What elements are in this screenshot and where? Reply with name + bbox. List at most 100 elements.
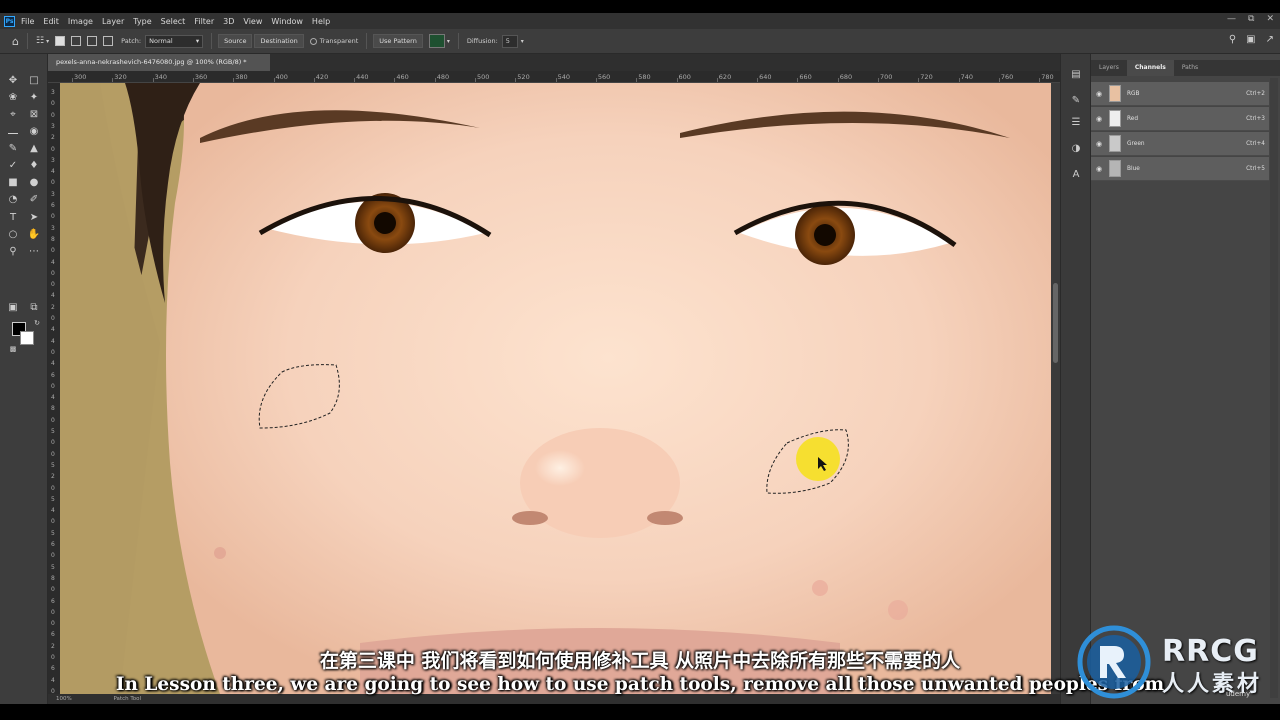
frame-tool-icon[interactable]: ⊠ — [27, 108, 41, 122]
menu-help[interactable]: Help — [312, 17, 330, 26]
subtract-from-selection-icon[interactable] — [87, 36, 98, 46]
path-selection-icon[interactable]: ➤ — [27, 211, 41, 225]
patch-mode-select[interactable]: Normal ▾ — [145, 34, 204, 48]
restore-icon[interactable]: ⧉ — [1248, 14, 1254, 24]
add-to-selection-icon[interactable] — [71, 36, 82, 46]
quick-mask-icon[interactable]: ▣ — [6, 301, 20, 315]
hand-tool-icon[interactable]: ✋ — [27, 228, 41, 242]
eye-icon[interactable]: ◉ — [1096, 115, 1104, 123]
patch-tool-icon[interactable]: ◉ — [27, 125, 41, 139]
channel-name: Green — [1127, 140, 1145, 147]
menu-type[interactable]: Type — [133, 17, 151, 26]
history-brush-icon[interactable]: ✓ — [6, 159, 20, 173]
pen-tool-icon[interactable]: ✐ — [27, 193, 41, 207]
blur-tool-icon[interactable]: ● — [27, 176, 41, 190]
ruler-tick-label: 0 — [51, 586, 55, 594]
dodge-tool-icon[interactable]: ◔ — [6, 193, 20, 207]
character-icon[interactable]: A — [1069, 168, 1083, 182]
menu-view[interactable]: View — [243, 17, 262, 26]
chevron-down-icon[interactable]: ▾ — [521, 38, 524, 45]
zoom-level[interactable]: 100% — [56, 696, 72, 702]
diffusion-input[interactable]: 5 — [501, 34, 518, 48]
channel-row-red[interactable]: ◉ Red Ctrl+3 — [1091, 107, 1269, 131]
properties-icon[interactable]: ◑ — [1069, 142, 1083, 156]
menu-3d[interactable]: 3D — [223, 17, 234, 26]
ruler-tick-label: 3 — [51, 122, 55, 130]
ruler-tick-label: 500 — [477, 73, 490, 81]
eyedropper-icon[interactable]: ⎼ — [6, 125, 20, 139]
brush-settings-icon[interactable]: ✎ — [1069, 94, 1083, 108]
scrollbar-thumb[interactable] — [1053, 283, 1058, 363]
artboard-tool-icon[interactable]: □ — [27, 74, 41, 88]
screen-mode-icon[interactable]: ⧉ — [27, 301, 41, 315]
menu-edit[interactable]: Edit — [43, 17, 59, 26]
ruler-tick — [192, 78, 194, 82]
channel-thumbnail — [1109, 110, 1121, 127]
search-icon[interactable]: ⚲ — [1229, 34, 1236, 45]
divider — [26, 33, 28, 49]
swap-colors-icon[interactable]: ↻ — [30, 316, 44, 330]
more-tools-icon[interactable]: ⋯ — [27, 245, 41, 259]
transparent-checkbox[interactable] — [309, 37, 317, 45]
patch-tool-preset-icon[interactable]: ☷ — [36, 36, 44, 46]
eye-icon[interactable]: ◉ — [1096, 165, 1104, 173]
ellipse-tool-icon[interactable]: ○ — [6, 228, 20, 242]
canvas-vertical-scrollbar[interactable] — [1051, 83, 1060, 694]
new-selection-icon[interactable] — [55, 36, 66, 46]
menu-file[interactable]: File — [21, 17, 34, 26]
use-pattern-button[interactable]: Use Pattern — [373, 34, 423, 48]
history-icon[interactable]: ▤ — [1069, 68, 1083, 82]
chevron-down-icon[interactable]: ▾ — [46, 38, 49, 45]
document-tab[interactable]: pexels-anna-nekrashevich-6476080.jpg @ 1… — [48, 54, 270, 71]
move-tool-icon[interactable]: ✥ — [6, 74, 20, 88]
adjustments-icon[interactable]: ☰ — [1069, 116, 1083, 130]
ruler-tick-label: 0 — [51, 348, 55, 356]
magic-wand-icon[interactable]: ✦ — [27, 91, 41, 105]
brush-tool-icon[interactable]: ✎ — [6, 142, 20, 156]
minimize-icon[interactable]: — — [1227, 14, 1236, 24]
eraser-tool-icon[interactable]: ♦ — [27, 159, 41, 173]
workspace-icon[interactable]: ▣ — [1246, 34, 1255, 45]
destination-button[interactable]: Destination — [254, 34, 304, 48]
eye-icon[interactable]: ◉ — [1096, 90, 1104, 98]
channel-thumbnail — [1109, 160, 1121, 177]
home-icon[interactable]: ⌂ — [12, 35, 19, 48]
divider — [457, 33, 459, 49]
type-tool-icon[interactable]: T — [6, 211, 20, 225]
ruler-tick — [72, 78, 73, 82]
menu-select[interactable]: Select — [161, 17, 186, 26]
background-color-swatch[interactable] — [20, 331, 34, 345]
channel-row-rgb[interactable]: ◉ RGB Ctrl+2 — [1091, 82, 1269, 106]
vertical-ruler: 3 0 0 3 2 0 3 4 0 3 6 0 3 8 0 4 0 0 4 2 0 4 4 0 4 6 0 4 8 0 5 0 0 5 2 0 5 4 0 5… — [48, 83, 60, 695]
zoom-tool-icon[interactable]: ⚲ — [6, 245, 20, 259]
intersect-selection-icon[interactable] — [103, 36, 114, 46]
menu-filter[interactable]: Filter — [194, 17, 214, 26]
menu-image[interactable]: Image — [68, 17, 93, 26]
channel-row-blue[interactable]: ◉ Blue Ctrl+5 — [1091, 157, 1269, 181]
chevron-down-icon[interactable]: ▾ — [447, 38, 450, 45]
ruler-tick-label: 0 — [51, 518, 55, 526]
diffusion-label: Diffusion: — [466, 37, 498, 45]
channel-row-green[interactable]: ◉ Green Ctrl+4 — [1091, 132, 1269, 156]
tab-paths[interactable]: Paths — [1174, 60, 1206, 76]
pattern-swatch[interactable] — [428, 34, 445, 48]
panel-scrollbar[interactable] — [1270, 78, 1278, 698]
ruler-tick-label: 320 — [114, 73, 127, 81]
menu-layer[interactable]: Layer — [102, 17, 124, 26]
stamp-tool-icon[interactable]: ▲ — [27, 142, 41, 156]
default-colors-icon[interactable]: ▩ — [6, 342, 20, 356]
close-icon[interactable]: ✕ — [1266, 14, 1274, 24]
lasso-tool-icon[interactable]: ❀ — [6, 91, 20, 105]
ruler-tick — [555, 78, 557, 82]
ruler-tick-label: 420 — [315, 73, 329, 81]
gradient-tool-icon[interactable]: ■ — [6, 176, 20, 190]
ruler-tick-label: 0 — [51, 111, 55, 119]
eye-icon[interactable]: ◉ — [1096, 140, 1104, 148]
tab-layers[interactable]: Layers — [1091, 60, 1127, 76]
tab-channels[interactable]: Channels — [1126, 60, 1174, 76]
menu-window[interactable]: Window — [271, 17, 303, 26]
crop-tool-icon[interactable]: ⌖ — [6, 108, 20, 122]
document-canvas[interactable] — [60, 83, 1051, 694]
share-icon[interactable]: ↗ — [1266, 34, 1274, 45]
source-button[interactable]: Source — [218, 34, 253, 48]
